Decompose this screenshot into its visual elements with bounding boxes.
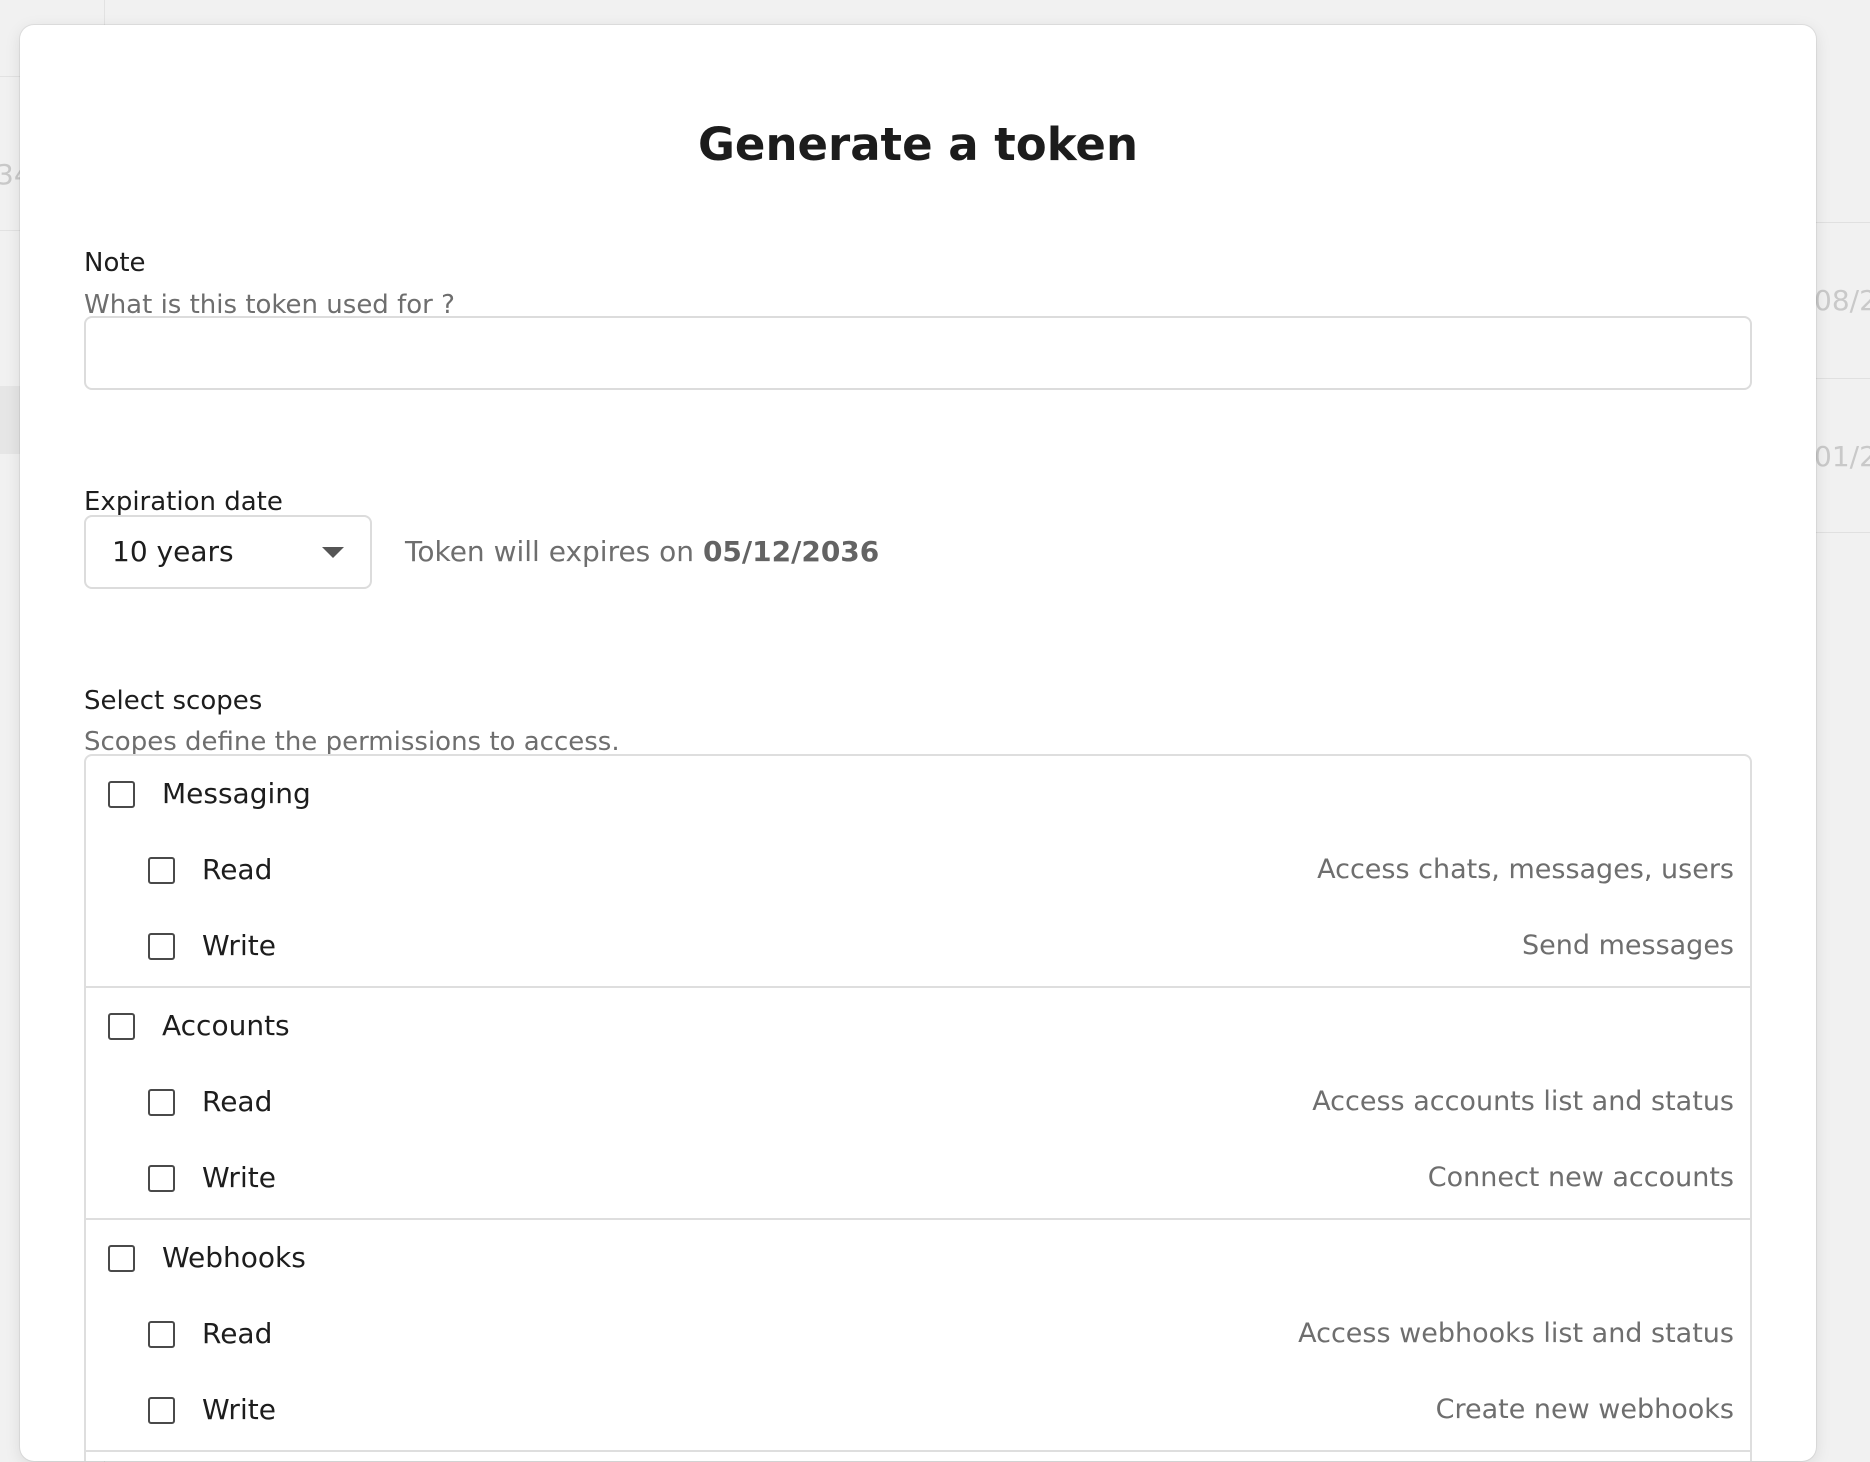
- scope-row-webhooks-read: Read Access webhooks list and status: [86, 1296, 1750, 1372]
- scope-checkbox-messaging[interactable]: [108, 781, 135, 808]
- scope-name: Read: [202, 1317, 273, 1350]
- scope-name: Accounts: [162, 1009, 290, 1042]
- scope-checkbox-accounts-read[interactable]: [148, 1089, 175, 1116]
- scope-name: Webhooks: [162, 1241, 306, 1274]
- scope-name: Write: [202, 929, 276, 962]
- scopes-list: Messaging Read Access chats, messages, u…: [84, 754, 1752, 1461]
- note-input[interactable]: [84, 316, 1752, 390]
- scope-name: Write: [202, 1161, 276, 1194]
- scope-group-messaging: Messaging Read Access chats, messages, u…: [86, 756, 1750, 988]
- background-row-line: [1816, 222, 1870, 223]
- scope-row-accounts-read: Read Access accounts list and status: [86, 1064, 1750, 1140]
- scopes-label: Select scopes: [84, 686, 263, 716]
- background-row-line: [1816, 378, 1870, 379]
- expiration-info: Token will expires on 05/12/2036: [405, 533, 879, 571]
- expiration-info-text: Token will expires on: [405, 535, 703, 568]
- expiration-select[interactable]: 10 years: [84, 515, 372, 589]
- note-label: Note: [84, 248, 146, 278]
- scope-row-messaging-write: Write Send messages: [86, 908, 1750, 984]
- scope-group-webhooks: Webhooks Read Access webhooks list and s…: [86, 1220, 1750, 1452]
- scope-row-messaging: Messaging: [86, 756, 1750, 832]
- background-selected-row: [0, 386, 22, 454]
- modal-title: Generate a token: [697, 118, 1138, 171]
- scope-group-accounts: Accounts Read Access accounts list and s…: [86, 988, 1750, 1220]
- caret-down-icon: [322, 547, 344, 558]
- scope-description: Access chats, messages, users: [1317, 854, 1734, 885]
- scope-row-accounts-write: Write Connect new accounts: [86, 1140, 1750, 1216]
- scope-name: Write: [202, 1393, 276, 1426]
- expiration-select-value: 10 years: [112, 535, 234, 568]
- scope-row-webhooks: Webhooks: [86, 1220, 1750, 1296]
- scope-checkbox-accounts[interactable]: [108, 1013, 135, 1040]
- scope-description: Send messages: [1522, 930, 1734, 961]
- scope-checkbox-webhooks[interactable]: [108, 1245, 135, 1272]
- scope-description: Access accounts list and status: [1312, 1086, 1734, 1117]
- generate-token-modal: Generate a token Note What is this token…: [20, 25, 1816, 1461]
- scope-checkbox-webhooks-read[interactable]: [148, 1321, 175, 1348]
- scope-row-messaging-read: Read Access chats, messages, users: [86, 832, 1750, 908]
- background-cell-text: 08/2: [1814, 284, 1870, 317]
- scope-description: Access webhooks list and status: [1298, 1318, 1734, 1349]
- scope-row-webhooks-write: Write Create new webhooks: [86, 1372, 1750, 1448]
- scope-checkbox-accounts-write[interactable]: [148, 1165, 175, 1192]
- scope-name: Read: [202, 1085, 273, 1118]
- scope-name: Messaging: [162, 777, 311, 810]
- scope-description: Create new webhooks: [1435, 1394, 1734, 1425]
- scope-checkbox-webhooks-write[interactable]: [148, 1397, 175, 1424]
- background-cell-text: 01/2: [1814, 440, 1870, 473]
- scope-checkbox-messaging-write[interactable]: [148, 933, 175, 960]
- expiration-date: 05/12/2036: [702, 535, 880, 568]
- background-row-line: [1816, 532, 1870, 533]
- scope-description: Connect new accounts: [1427, 1162, 1734, 1193]
- scope-name: Read: [202, 853, 273, 886]
- scope-row-accounts: Accounts: [86, 988, 1750, 1064]
- scope-checkbox-messaging-read[interactable]: [148, 857, 175, 884]
